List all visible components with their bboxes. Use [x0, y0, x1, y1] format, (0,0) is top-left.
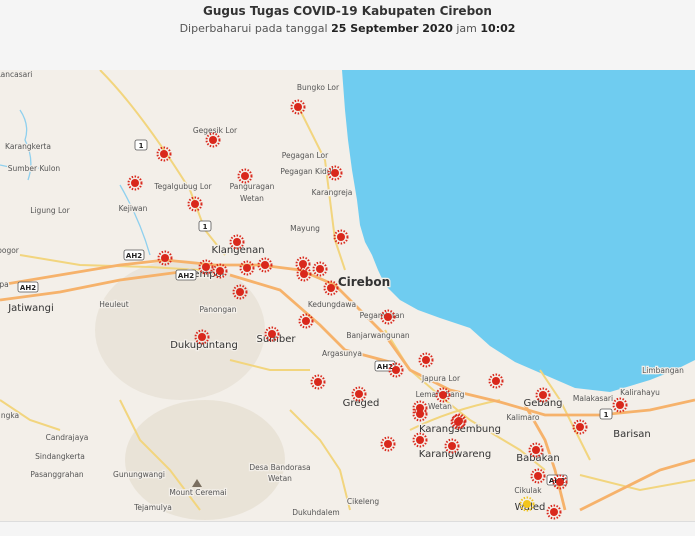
place-label: Tejamulya: [133, 503, 172, 512]
place-label: Karangkerta: [5, 142, 51, 151]
road-shield: 1: [198, 220, 212, 232]
place-label: Wetan: [268, 474, 292, 483]
road-shield-label: 1: [604, 411, 609, 419]
place-label: Mount Ceremai: [169, 488, 226, 497]
update-info: Diperbaharui pada tanggal 25 September 2…: [0, 22, 695, 35]
place-label: Heuleut: [99, 300, 128, 309]
place-label: ngka: [1, 411, 19, 420]
place-label: Kedungdawa: [308, 300, 356, 309]
place-label: Panongan: [200, 305, 237, 314]
page-title: Gugus Tugas COVID-19 Kabupaten Cirebon: [203, 4, 492, 18]
place-label: Rancasari: [0, 70, 32, 79]
place-label: Sindangkerta: [35, 452, 85, 461]
place-label: Pasanggrahan: [30, 470, 84, 479]
place-label: Pegagan Kidul: [280, 167, 333, 176]
mountain-relief-2: [125, 400, 285, 520]
place-label: Panguragan: [230, 182, 275, 191]
place-label: Argasunya: [322, 349, 362, 358]
place-label: Gebang: [523, 398, 562, 409]
place-label: Sumber: [256, 334, 296, 345]
place-label: Cikeleng: [347, 497, 379, 506]
place-label: Japura Lor: [421, 374, 461, 383]
place-label: Jatiwangi: [7, 303, 54, 314]
place-label: Desa Bandorasa: [249, 463, 310, 472]
place-label: Sumber Kulon: [8, 164, 61, 173]
update-time: 10:02: [480, 22, 516, 35]
place-label: Candrajaya: [46, 433, 89, 442]
update-date: 25 September 2020: [331, 22, 453, 35]
road-shield: AH2: [175, 269, 197, 281]
place-label: Banjarwangunan: [346, 331, 410, 340]
place-label: Bungko Lor: [297, 83, 340, 92]
place-label: Babakan: [516, 453, 560, 464]
place-label: Dukupuntang: [170, 340, 238, 351]
place-label: Pegagan Lor: [282, 151, 329, 160]
place-label: Karangreja: [312, 188, 353, 197]
place-label: Klangenan: [211, 245, 264, 256]
road-shield-label: AH2: [20, 284, 36, 292]
road-shield-label: 1: [139, 142, 144, 150]
place-label: Wetan: [240, 194, 264, 203]
update-prefix: Diperbaharui pada tanggal: [179, 22, 328, 35]
place-label: Gegesik Lor: [193, 126, 238, 135]
road-shield-label: 1: [203, 223, 208, 231]
page-header: Gugus Tugas COVID-19 Kabupaten Cirebon D…: [0, 0, 695, 70]
place-label: Tegalgubug Lor: [153, 182, 212, 191]
page-footer: [0, 521, 695, 536]
place-label: Kejiwan: [119, 204, 148, 213]
map-view[interactable]: Cirebon Klangenan Gempol Dukupuntang Sumber G…: [0, 70, 695, 521]
place-label: Limbangan: [642, 366, 684, 375]
place-label: Karangsembung: [419, 424, 501, 435]
place-label: Wetan: [428, 402, 452, 411]
road-shield: 1: [599, 408, 613, 420]
place-label: Kalimaro: [507, 413, 540, 422]
place-label: Barisan: [613, 429, 651, 440]
place-label: pa: [0, 280, 9, 289]
update-mid: jam: [456, 22, 477, 35]
place-label: Malakasari: [573, 394, 613, 403]
road-shield: AH2: [17, 281, 39, 293]
place-label: Dukuhdalem: [292, 508, 340, 517]
place-label: Greged: [343, 398, 380, 409]
road-shield-label: AH2: [126, 252, 142, 260]
map-canvas[interactable]: CirebonKlangenanGempolDukupuntangSumberG…: [0, 70, 695, 521]
place-label: Cikulak: [514, 486, 542, 495]
road-shield: AH2: [123, 249, 145, 261]
place-label: bogor: [0, 246, 20, 255]
place-label: Kalirahayu: [620, 388, 660, 397]
place-label: Mayung: [290, 224, 320, 233]
road-shield-label: AH2: [377, 363, 393, 371]
place-label: Cirebon: [338, 275, 390, 289]
place-label: Gunungwangi: [113, 470, 165, 479]
place-label: Ligung Lor: [30, 206, 70, 215]
road-shield-label: AH2: [178, 272, 194, 280]
road-shield: 1: [134, 139, 148, 151]
